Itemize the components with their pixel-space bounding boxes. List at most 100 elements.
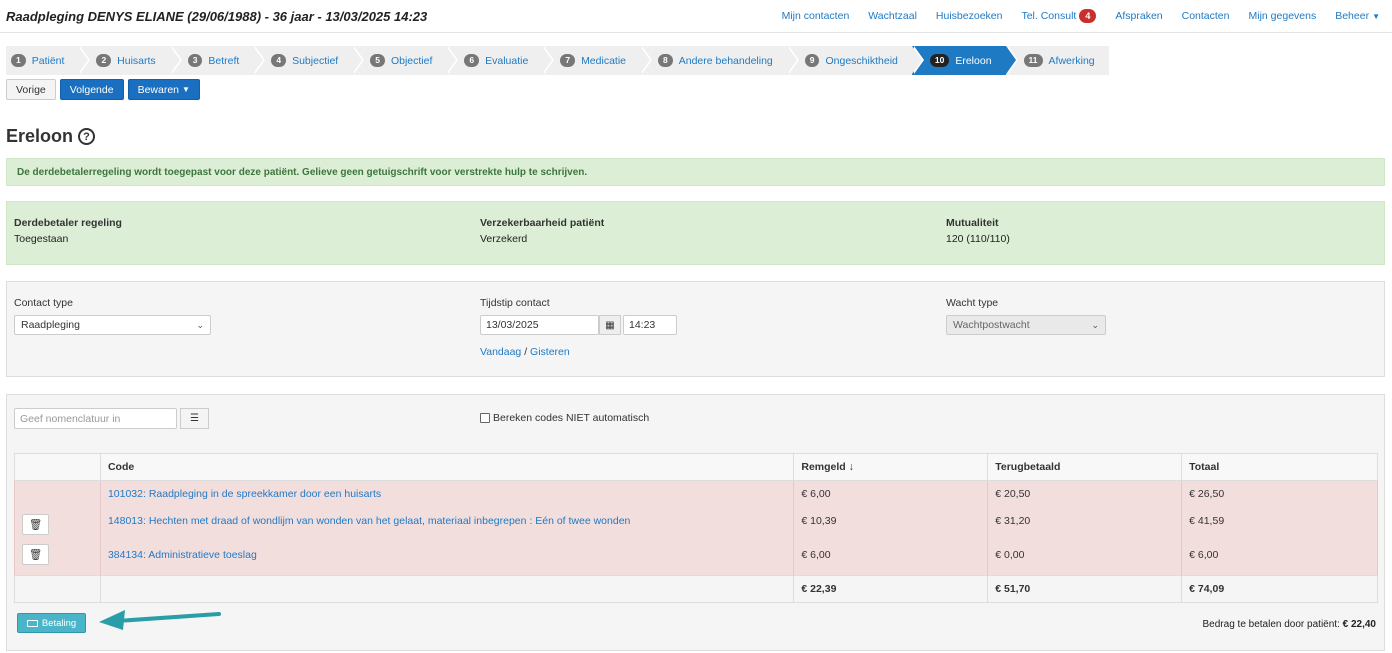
step-label: Ereloon (955, 54, 992, 67)
delete-trash-icon[interactable]: 🗑 (22, 513, 49, 535)
verzekerbaarheid-value: Verzekerd (480, 233, 528, 245)
step-medicatie[interactable]: 7 Medicatie (542, 46, 652, 75)
list-icon[interactable]: ☰ (180, 408, 209, 429)
code-cell: 148013: Hechten met draad of wondlijm va… (99, 507, 795, 535)
terugbetaald-cell: € 20,50 (987, 480, 1183, 508)
step-ereloon[interactable]: 10 Ereloon (911, 46, 1018, 75)
help-icon[interactable]: ? (78, 128, 96, 145)
total-remgeld: € 22,39 (793, 575, 989, 603)
step-andere-behandeling[interactable]: 8 Andere behandeling (640, 46, 799, 75)
amount-due-value: € 22,40 (1342, 619, 1376, 630)
step-label: Ongeschiktheid (825, 54, 898, 67)
nav-afspraken[interactable]: Afspraken (1115, 10, 1162, 22)
totaal-cell: € 41,59 (1181, 507, 1378, 535)
nav-wachtzaal[interactable]: Wachtzaal (868, 10, 917, 22)
calendar-icon[interactable]: ▦ (599, 315, 621, 335)
contact-type-block: Contact type Raadpleging ⌄ (14, 297, 211, 335)
column-terugbetaald[interactable]: Terugbetaald (987, 453, 1183, 481)
auto-calc-checkbox[interactable] (480, 413, 490, 423)
caret-down-icon: ▼ (1372, 11, 1380, 21)
wizard-steps: 1 Patiënt 2 Huisarts 3 Betreft 4 Subjectief … (6, 46, 1109, 75)
step-evaluatie[interactable]: 6 Evaluatie (446, 46, 555, 75)
step-label: Patiënt (31, 54, 65, 67)
remgeld-cell: € 6,00 (793, 534, 989, 576)
table-row: 101032: Raadpleging in de spreekkamer do… (14, 480, 1378, 508)
wacht-type-value: Wachtpostwacht (953, 319, 1030, 331)
step-afwerking[interactable]: 11 Afwerking (1005, 46, 1109, 75)
cash-icon (26, 619, 38, 627)
column-totaal[interactable]: Totaal (1181, 453, 1378, 481)
step-number: 6 (464, 54, 480, 67)
wizard-buttons: Vorige Volgende Bewaren ▼ (6, 79, 200, 100)
insurance-info-panel: Derdebetaler regeling Toegestaan Verzeke… (6, 201, 1385, 265)
nav-huisbezoeken[interactable]: Huisbezoeken (936, 10, 1003, 22)
step-number: 4 (271, 54, 287, 67)
step-number: 7 (560, 54, 576, 67)
save-button-label: Bewaren (137, 83, 180, 96)
step-huisarts[interactable]: 2 Huisarts (78, 46, 182, 75)
step-ongeschiktheid[interactable]: 9 Ongeschiktheid (786, 46, 925, 75)
wacht-type-label: Wacht type (946, 297, 999, 309)
time-input[interactable]: 14:23 (623, 315, 677, 335)
wacht-type-select: Wachtpostwacht ⌄ (946, 315, 1106, 335)
nav-mijn-contacten[interactable]: Mijn contacten (782, 10, 850, 22)
table-row: 🗑 384134: Administratieve toeslag € 6,00… (14, 534, 1378, 576)
step-betreft[interactable]: 3 Betreft (169, 46, 265, 75)
yesterday-link[interactable]: Gisteren (530, 346, 570, 358)
link-separator: / (524, 346, 528, 358)
nav-beheer-label: Beheer (1335, 10, 1370, 22)
nav-contacten[interactable]: Contacten (1182, 10, 1230, 22)
derdebetaler-value: Toegestaan (14, 233, 69, 245)
payment-button[interactable]: Betaling (17, 613, 86, 633)
total-terugbetaald: € 51,70 (987, 575, 1183, 603)
verzekerbaarheid-label: Verzekerbaarheid patiënt (480, 217, 605, 229)
step-label: Objectief (390, 54, 433, 67)
step-objectief[interactable]: 5 Objectief (352, 46, 459, 75)
codes-table: Code Remgeld ↓ Terugbetaald Totaal 10103… (14, 453, 1378, 603)
remgeld-cell: € 6,00 (793, 480, 989, 508)
payment-button-label: Betaling (41, 617, 77, 629)
page-title: Ereloon (6, 126, 74, 146)
nav-tel-consult[interactable]: Tel. Consult 4 (1021, 9, 1097, 23)
next-button[interactable]: Volgende (59, 79, 124, 100)
auto-calc-option: Bereken codes NIET automatisch (480, 412, 649, 424)
nav-beheer[interactable]: Beheer ▼ (1335, 10, 1380, 22)
delete-trash-icon[interactable]: 🗑 (22, 544, 49, 566)
nav-tel-consult-label: Tel. Consult (1021, 10, 1077, 22)
table-header-row: Code Remgeld ↓ Terugbetaald Totaal (14, 453, 1378, 481)
totaal-cell: € 26,50 (1181, 480, 1378, 508)
chevron-down-icon: ⌄ (196, 319, 204, 330)
chevron-down-icon: ⌄ (1091, 319, 1099, 330)
mutualiteit-block: Mutualiteit 120 (110/110) (946, 217, 1010, 245)
previous-button[interactable]: Vorige (6, 79, 56, 100)
code-link[interactable]: 101032: Raadpleging in de spreekkamer do… (108, 488, 381, 500)
contact-type-label: Contact type (14, 297, 73, 309)
terugbetaald-cell: € 0,00 (987, 534, 1183, 576)
contact-type-select[interactable]: Raadpleging ⌄ (14, 315, 211, 335)
contact-type-value: Raadpleging (21, 319, 80, 331)
code-link[interactable]: 384134: Administratieve toeslag (108, 549, 257, 561)
step-label: Huisarts (117, 54, 156, 67)
step-number: 1 (11, 54, 26, 67)
step-number: 11 (1023, 54, 1043, 67)
wacht-type-block: Wacht type Wachtpostwacht ⌄ (946, 297, 1106, 335)
column-remgeld[interactable]: Remgeld ↓ (793, 453, 989, 481)
code-link[interactable]: 148013: Hechten met draad of wondlijm va… (108, 515, 630, 527)
step-subjectief[interactable]: 4 Subjectief (253, 46, 365, 75)
column-actions (14, 453, 101, 481)
derdebetaler-block: Derdebetaler regeling Toegestaan (14, 217, 122, 245)
nav-mijn-gegevens[interactable]: Mijn gegevens (1249, 10, 1317, 22)
row-actions: 🗑 (14, 534, 101, 576)
save-button[interactable]: Bewaren ▼ (127, 79, 200, 100)
quick-date-links: Vandaag / Gisteren (480, 346, 677, 358)
verzekerbaarheid-block: Verzekerbaarheid patiënt Verzekerd (480, 217, 604, 245)
top-bar: Raadpleging DENYS ELIANE (29/06/1988) - … (0, 0, 1392, 33)
date-input[interactable]: 13/03/2025 (480, 315, 599, 335)
nomenclature-input[interactable]: Geef nomenclatuur in (14, 408, 177, 429)
today-link[interactable]: Vandaag (480, 346, 521, 358)
totals-row: € 22,39 € 51,70 € 74,09 (14, 575, 1378, 603)
annotation-arrow-icon (99, 610, 221, 630)
codes-panel: Geef nomenclatuur in ☰ Bereken codes NIE… (6, 394, 1385, 651)
step-patient[interactable]: 1 Patiënt (6, 46, 91, 75)
step-label: Andere behandeling (678, 54, 773, 67)
